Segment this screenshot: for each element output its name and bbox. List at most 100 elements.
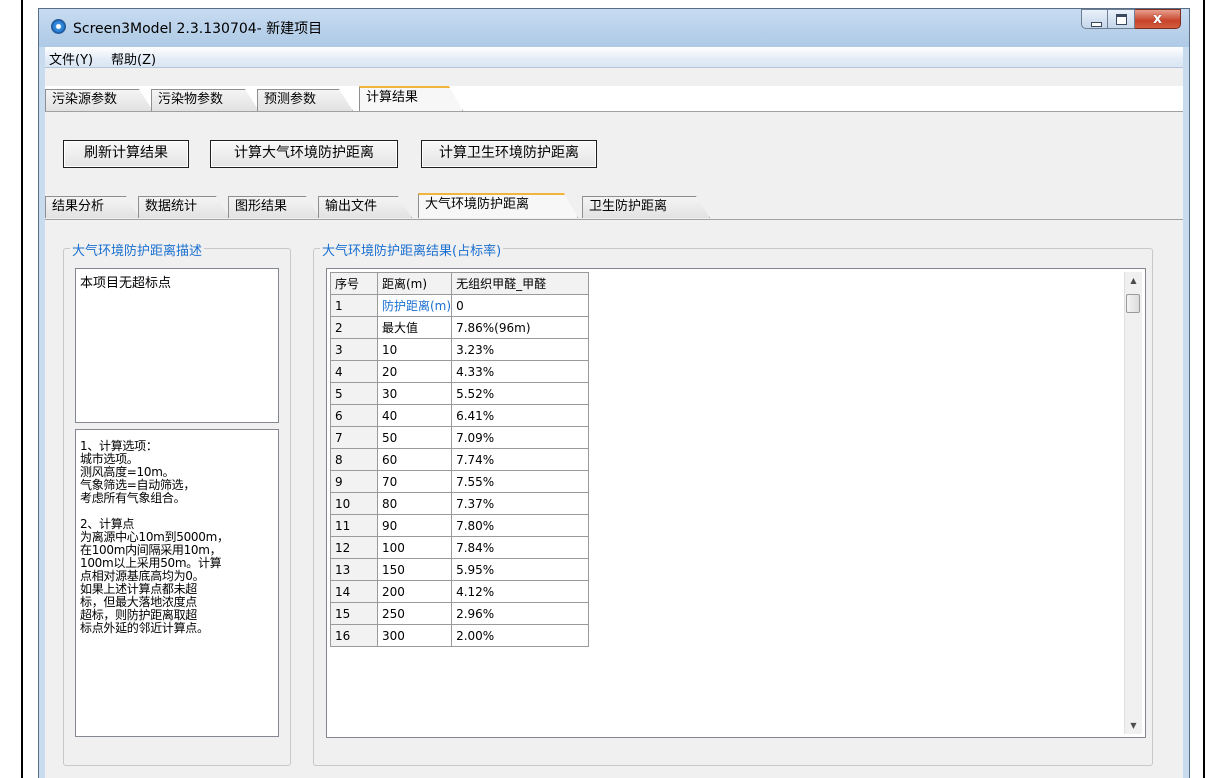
results-grid[interactable]: 序号 距离(m) 无组织甲醛_甲醛 1 防护距离(m) 0 2 最大值 7.86%(96m… xyxy=(326,268,1146,738)
table-cell[interactable]: 200 xyxy=(376,580,453,603)
table-cell[interactable]: 2.96% xyxy=(451,602,590,625)
table-cell[interactable]: 150 xyxy=(376,558,453,581)
row-header-cell[interactable]: 5 xyxy=(330,382,378,405)
row-header-cell[interactable]: 2 xyxy=(330,316,378,339)
table-cell[interactable]: 300 xyxy=(376,624,453,647)
table-row[interactable]: 6 40 6.41% xyxy=(330,404,590,427)
results-table: 序号 距离(m) 无组织甲醛_甲醛 1 防护距离(m) 0 2 最大值 7.86%(96m… xyxy=(330,272,590,647)
table-cell[interactable]: 90 xyxy=(376,514,453,537)
row-header-cell[interactable]: 16 xyxy=(330,624,378,647)
table-row[interactable]: 1 防护距离(m) 0 xyxy=(330,294,590,317)
tab-prediction[interactable]: 预测参数 xyxy=(257,89,353,111)
tab-graphics[interactable]: 图形结果 xyxy=(228,196,320,218)
column-header[interactable]: 无组织甲醛_甲醛 xyxy=(451,272,590,295)
calc-atmos-distance-button[interactable]: 计算大气环境防护距离 xyxy=(210,140,398,168)
table-row[interactable]: 8 60 7.74% xyxy=(330,448,590,471)
table-cell[interactable]: 70 xyxy=(376,470,453,493)
table-row[interactable]: 13 150 5.95% xyxy=(330,558,590,581)
row-header-cell[interactable]: 11 xyxy=(330,514,378,537)
column-header[interactable]: 序号 xyxy=(330,272,378,295)
table-cell[interactable]: 6.41% xyxy=(451,404,590,427)
row-header-cell[interactable]: 12 xyxy=(330,536,378,559)
table-cell[interactable]: 80 xyxy=(376,492,453,515)
table-cell[interactable]: 2.00% xyxy=(451,624,590,647)
table-row[interactable]: 10 80 7.37% xyxy=(330,492,590,515)
table-cell[interactable]: 7.55% xyxy=(451,470,590,493)
tab-health-distance[interactable]: 卫生防护距离 xyxy=(582,196,710,218)
table-row[interactable]: 16 300 2.00% xyxy=(330,624,590,647)
table-cell[interactable]: 4.33% xyxy=(451,360,590,383)
table-cell[interactable]: 100 xyxy=(376,536,453,559)
maximize-button[interactable] xyxy=(1108,9,1135,29)
tab-result-analysis[interactable]: 结果分析 xyxy=(45,196,140,218)
row-header-cell[interactable]: 8 xyxy=(330,448,378,471)
title-bar[interactable]: Screen3Model 2.3.130704- 新建项目 x xyxy=(39,9,1189,47)
table-row[interactable]: 3 10 3.23% xyxy=(330,338,590,361)
tab-pollutant[interactable]: 污染物参数 xyxy=(151,89,259,111)
table-cell[interactable]: 最大值 xyxy=(376,316,453,339)
app-window: Screen3Model 2.3.130704- 新建项目 x 文件(Y) 帮助… xyxy=(38,8,1190,778)
table-row[interactable]: 2 最大值 7.86%(96m) xyxy=(330,316,590,339)
table-row[interactable]: 11 90 7.80% xyxy=(330,514,590,537)
scroll-up-icon[interactable]: ▲ xyxy=(1125,272,1142,289)
menu-help[interactable]: 帮助(Z) xyxy=(111,49,156,68)
row-header-cell[interactable]: 10 xyxy=(330,492,378,515)
table-cell[interactable]: 4.12% xyxy=(451,580,590,603)
table-cell[interactable]: 7.37% xyxy=(451,492,590,515)
table-cell[interactable]: 7.74% xyxy=(451,448,590,471)
maximize-icon xyxy=(1116,14,1127,25)
table-cell[interactable]: 5.52% xyxy=(451,382,590,405)
tab-atmos-distance[interactable]: 大气环境防护距离 xyxy=(418,193,578,218)
row-header-cell[interactable]: 3 xyxy=(330,338,378,361)
table-cell[interactable]: 250 xyxy=(376,602,453,625)
row-header-cell[interactable]: 4 xyxy=(330,360,378,383)
summary-textbox[interactable]: 本项目无超标点 xyxy=(75,268,279,423)
vertical-scrollbar[interactable]: ▲ ▼ xyxy=(1124,272,1142,734)
table-cell[interactable]: 60 xyxy=(376,448,453,471)
calc-health-distance-button[interactable]: 计算卫生环境防护距离 xyxy=(421,140,597,168)
scroll-thumb[interactable] xyxy=(1126,294,1140,313)
table-cell[interactable]: 50 xyxy=(376,426,453,449)
tab-pollution-source[interactable]: 污染源参数 xyxy=(45,89,153,111)
table-row[interactable]: 14 200 4.12% xyxy=(330,580,590,603)
row-header-cell[interactable]: 14 xyxy=(330,580,378,603)
table-cell[interactable]: 0 xyxy=(451,294,590,317)
results-group: 大气环境防护距离结果(占标率) 序号 距离(m) 无组织甲醛_甲醛 1 防护距离(… xyxy=(313,240,1153,766)
row-header-cell[interactable]: 6 xyxy=(330,404,378,427)
row-header-cell[interactable]: 1 xyxy=(330,294,378,317)
table-cell[interactable]: 5.95% xyxy=(451,558,590,581)
column-header[interactable]: 距离(m) xyxy=(376,272,453,295)
table-cell[interactable]: 7.80% xyxy=(451,514,590,537)
refresh-results-button[interactable]: 刷新计算结果 xyxy=(63,140,189,168)
table-cell[interactable]: 3.23% xyxy=(451,338,590,361)
table-row[interactable]: 5 30 5.52% xyxy=(330,382,590,405)
table-cell[interactable]: 7.09% xyxy=(451,426,590,449)
row-header-cell[interactable]: 7 xyxy=(330,426,378,449)
tab-output-file[interactable]: 输出文件 xyxy=(318,196,412,218)
row-header-cell[interactable]: 9 xyxy=(330,470,378,493)
table-cell[interactable]: 30 xyxy=(376,382,453,405)
table-cell[interactable]: 20 xyxy=(376,360,453,383)
tab-results[interactable]: 计算结果 xyxy=(359,86,463,111)
table-cell[interactable]: 7.86%(96m) xyxy=(451,316,590,339)
table-cell[interactable]: 7.84% xyxy=(451,536,590,559)
row-header-cell[interactable]: 15 xyxy=(330,602,378,625)
table-row[interactable]: 7 50 7.09% xyxy=(330,426,590,449)
table-row[interactable]: 12 100 7.84% xyxy=(330,536,590,559)
row-header-cell[interactable]: 13 xyxy=(330,558,378,581)
table-cell[interactable]: 防护距离(m) xyxy=(376,294,453,317)
close-button[interactable]: x xyxy=(1135,9,1181,29)
description-group-title: 大气环境防护距离描述 xyxy=(70,240,205,259)
table-row[interactable]: 9 70 7.55% xyxy=(330,470,590,493)
minimize-icon xyxy=(1091,22,1102,27)
table-row[interactable]: 4 20 4.33% xyxy=(330,360,590,383)
minimize-button[interactable] xyxy=(1081,9,1108,29)
table-cell[interactable]: 10 xyxy=(376,338,453,361)
table-cell[interactable]: 40 xyxy=(376,404,453,427)
tab-statistics[interactable]: 数据统计 xyxy=(138,196,230,218)
notes-textbox[interactable]: 1、计算选项： 城市选项。 测风高度=10m。 气象筛选=自动筛选， 考虑所有气… xyxy=(75,429,279,737)
table-row[interactable]: 15 250 2.96% xyxy=(330,602,590,625)
window-title: Screen3Model 2.3.130704- 新建项目 xyxy=(73,21,323,37)
menu-file[interactable]: 文件(Y) xyxy=(49,49,93,68)
scroll-down-icon[interactable]: ▼ xyxy=(1125,717,1142,734)
